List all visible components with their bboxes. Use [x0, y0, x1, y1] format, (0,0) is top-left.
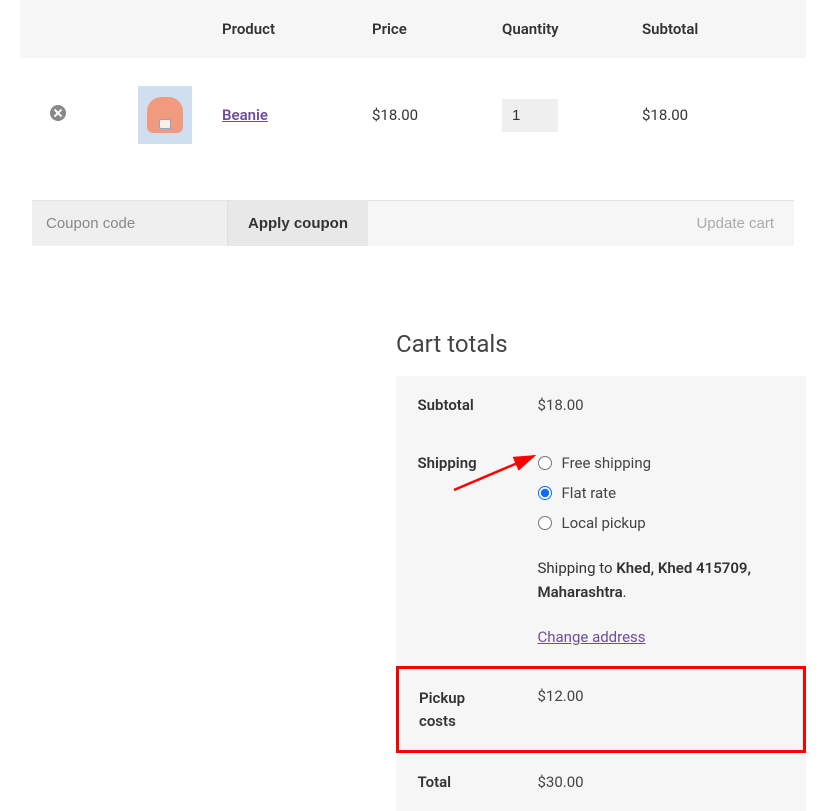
remove-item-icon[interactable]	[50, 105, 66, 121]
pickup-costs-value: $12.00	[518, 668, 805, 752]
beanie-icon	[147, 97, 183, 133]
cart-actions-row: Apply coupon Update cart	[20, 172, 806, 274]
shipping-label: Shipping	[398, 434, 518, 668]
totals-table: Subtotal $18.00 Shipping Free shipping F…	[396, 376, 806, 811]
shipping-row: Shipping Free shipping Flat rate Local p…	[398, 434, 805, 668]
shipping-option-local-label: Local pickup	[562, 514, 646, 532]
cart-table: Product Price Quantity Subtotal Beanie $…	[20, 0, 806, 274]
shipping-destination: Shipping to Khed, Khed 415709, Maharasht…	[538, 556, 785, 604]
product-thumbnail[interactable]	[138, 86, 192, 144]
shipping-radio-flat[interactable]	[538, 486, 552, 500]
shipping-radio-free[interactable]	[538, 456, 552, 470]
quantity-input[interactable]	[502, 99, 558, 132]
cart-totals: Cart totals Subtotal $18.00 Shipping Fre…	[396, 330, 806, 811]
shipping-option-free[interactable]: Free shipping	[538, 454, 785, 472]
total-label: Total	[398, 752, 518, 811]
col-remove	[20, 0, 80, 58]
col-product-header: Product	[210, 0, 360, 58]
shipping-option-local[interactable]: Local pickup	[538, 514, 785, 532]
col-thumbnail	[80, 0, 210, 58]
product-link[interactable]: Beanie	[222, 106, 268, 124]
pickup-costs-label: Pickup costs	[398, 668, 518, 752]
shipping-option-flat[interactable]: Flat rate	[538, 484, 785, 502]
cart-totals-title: Cart totals	[396, 330, 806, 358]
apply-coupon-button[interactable]: Apply coupon	[228, 201, 368, 246]
total-value: $30.00	[518, 752, 805, 811]
subtotal-row: Subtotal $18.00	[398, 376, 805, 434]
update-cart-button[interactable]: Update cart	[676, 201, 794, 246]
shipping-option-flat-label: Flat rate	[562, 484, 617, 502]
coupon-code-input[interactable]	[32, 201, 228, 246]
spacer	[368, 201, 676, 246]
product-subtotal: $18.00	[630, 58, 806, 172]
col-subtotal-header: Subtotal	[630, 0, 806, 58]
table-row: Beanie $18.00 $18.00	[20, 58, 806, 172]
shipping-option-free-label: Free shipping	[562, 454, 652, 472]
pickup-costs-row: Pickup costs $12.00	[398, 668, 805, 752]
subtotal-value: $18.00	[518, 376, 805, 434]
shipping-radio-local[interactable]	[538, 516, 552, 530]
subtotal-label: Subtotal	[398, 376, 518, 434]
total-row: Total $30.00	[398, 752, 805, 811]
change-address-link[interactable]: Change address	[538, 628, 646, 646]
col-quantity-header: Quantity	[490, 0, 630, 58]
col-price-header: Price	[360, 0, 490, 58]
product-price: $18.00	[360, 58, 490, 172]
